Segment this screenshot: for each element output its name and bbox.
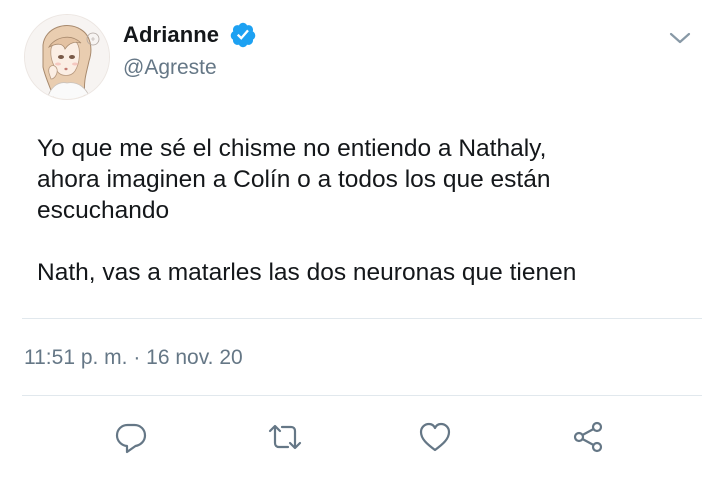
divider-bottom <box>22 395 702 396</box>
verified-badge-icon <box>229 21 257 49</box>
author-name-row[interactable]: Adrianne <box>123 20 257 50</box>
retweet-button[interactable] <box>263 415 307 459</box>
reply-icon <box>115 423 147 454</box>
heart-icon <box>419 422 451 452</box>
retweet-icon <box>268 424 302 450</box>
divider-top <box>22 318 702 319</box>
tweet-line-2: ahora imaginen a Colín o a todos los que… <box>37 166 551 193</box>
tweet-line-3: escuchando <box>37 197 170 224</box>
more-options-chevron-down-icon[interactable] <box>666 24 694 52</box>
reply-button[interactable] <box>109 415 153 459</box>
like-button[interactable] <box>413 415 457 459</box>
tweet-text: Yo que me sé el chisme no entiendo a Nat… <box>37 133 697 288</box>
avatar[interactable] <box>24 14 110 100</box>
tweet-line-4: Nath, vas a matarles las dos neuronas qu… <box>37 259 577 286</box>
tweet-timestamp[interactable]: 11:51 p. m. · 16 nov. 20 <box>24 346 243 370</box>
tweet-actions-bar <box>0 415 720 459</box>
tweet-line-1: Yo que me sé el chisme no entiendo a Nat… <box>37 135 547 162</box>
avatar-illustration <box>25 15 109 99</box>
share-icon <box>573 421 603 453</box>
display-name[interactable]: Adrianne <box>123 22 219 48</box>
user-handle[interactable]: @Agreste <box>123 56 217 80</box>
share-button[interactable] <box>566 415 610 459</box>
